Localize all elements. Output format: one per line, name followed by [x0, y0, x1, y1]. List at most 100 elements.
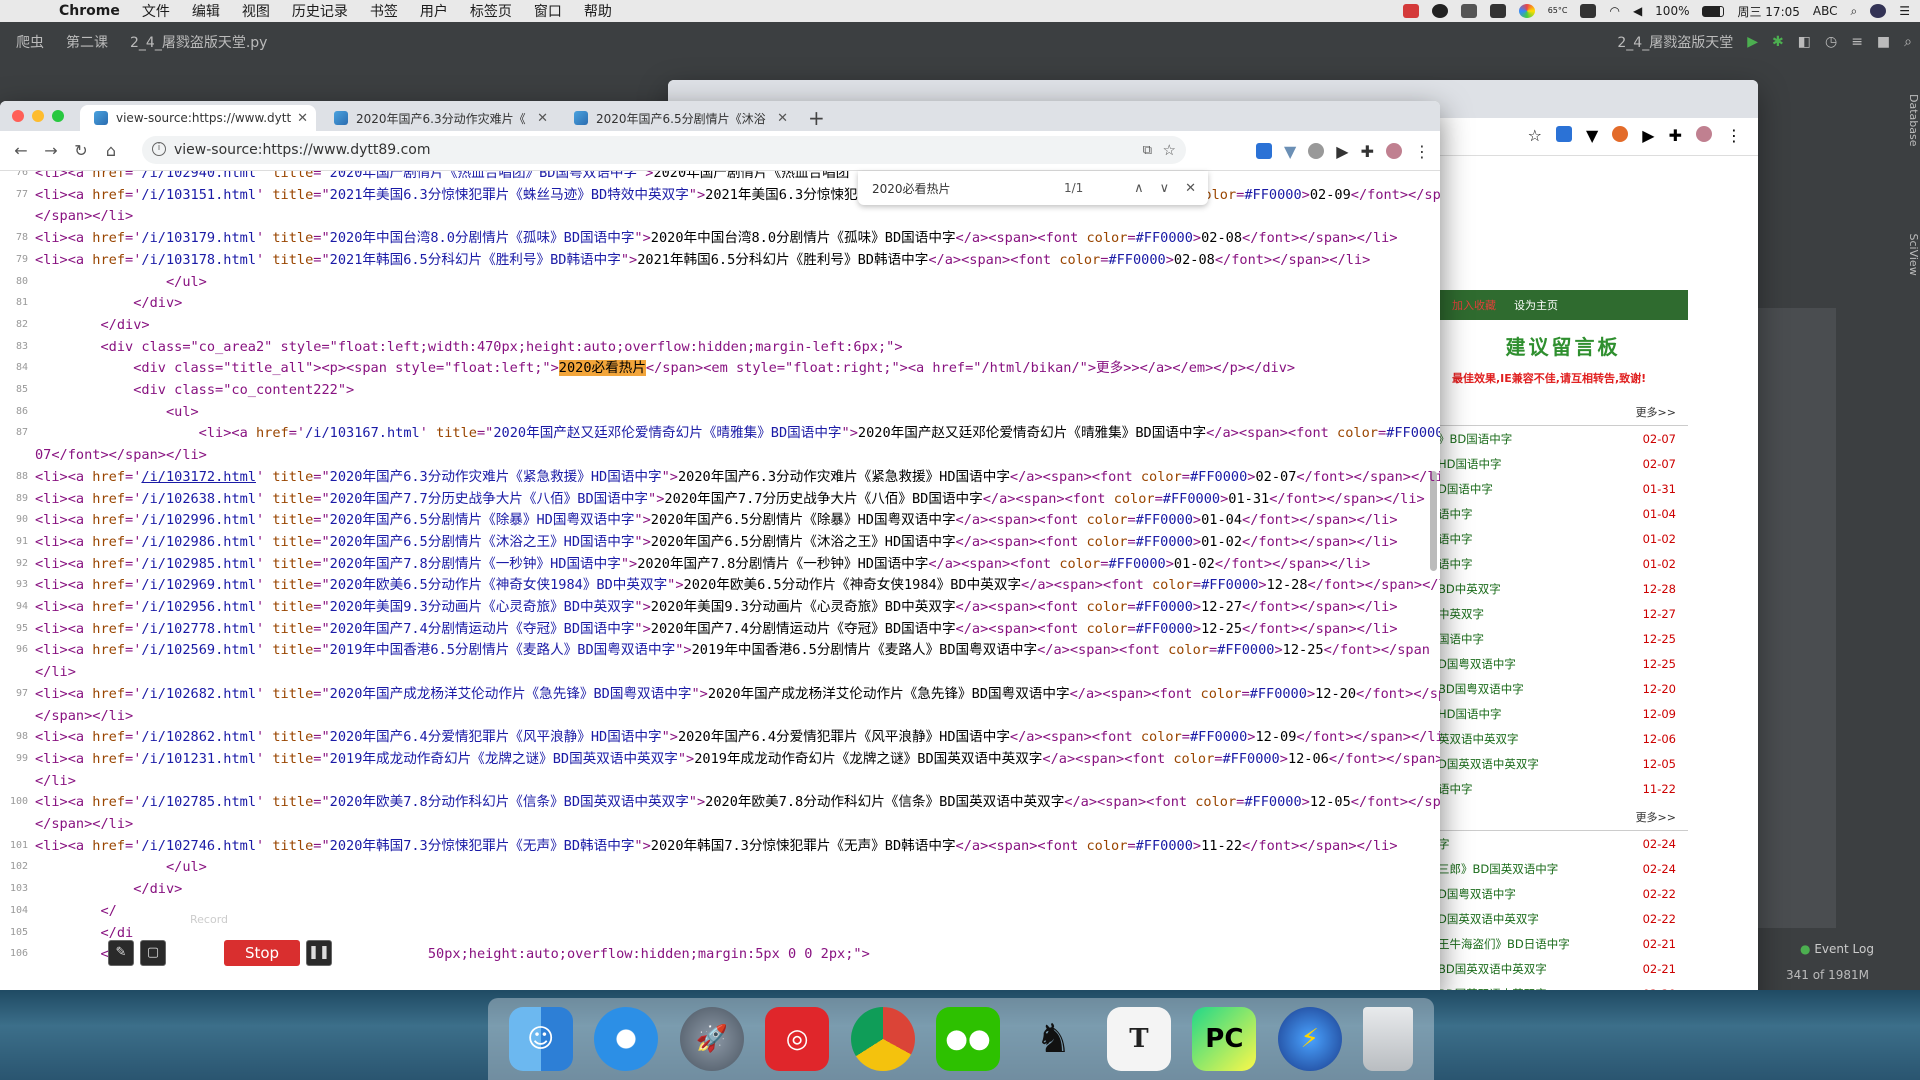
latest-movie-item[interactable]: 王牛海盗们》BD日语中字 02-21: [1438, 931, 1688, 956]
set-homepage-link[interactable]: 设为主页: [1514, 297, 1558, 313]
extensions-puzzle-icon[interactable]: ✚: [1669, 126, 1682, 145]
notification-center-icon[interactable]: ☰: [1899, 4, 1910, 18]
latest-movie-item[interactable]: 英双语中英双字 12-06: [1438, 726, 1688, 751]
netease-icon[interactable]: [1431, 4, 1448, 18]
latest-movie-item[interactable]: 三郎》BD国英双语中字 02-24: [1438, 856, 1688, 881]
more-link-1[interactable]: 更多>>: [1438, 404, 1688, 426]
sciview-tool-tab[interactable]: SciView: [1907, 234, 1920, 276]
latest-movie-item[interactable]: BD国粤双语中字 12-20: [1438, 676, 1688, 701]
latest-movie-item[interactable]: 中英双字 12-27: [1438, 601, 1688, 626]
volume-icon[interactable]: ◀: [1633, 4, 1642, 18]
movie-link[interactable]: 三郎》BD国英双语中字: [1438, 861, 1558, 877]
latest-movie-item[interactable]: 语中字 01-02: [1438, 526, 1688, 551]
translate-icon[interactable]: ⧉: [1143, 143, 1152, 158]
latest-movie-item[interactable]: HD国语中字 12-09: [1438, 701, 1688, 726]
menu-tab[interactable]: 标签页: [459, 1, 523, 21]
extension-play-icon[interactable]: ▶: [1336, 142, 1348, 161]
menu-bookmarks[interactable]: 书签: [359, 1, 409, 21]
breadcrumb-file[interactable]: 2_4_屠戮盗版天堂.py: [130, 32, 267, 52]
coverage-icon[interactable]: ◧: [1798, 34, 1811, 50]
movie-link[interactable]: BD国英双语中英双字: [1438, 961, 1547, 977]
address-bar[interactable]: i view-source:https://www.dytt89.com ⧉ ☆: [142, 136, 1186, 164]
minimize-window-button[interactable]: [32, 110, 44, 122]
latest-movie-item[interactable]: D国粤双语中字 02-22: [1438, 881, 1688, 906]
shortcuts-bolt-icon[interactable]: ⚡: [1277, 1007, 1342, 1071]
movie-link[interactable]: 语中字: [1438, 506, 1473, 522]
extension-s-icon[interactable]: [1255, 143, 1272, 159]
latest-movie-item[interactable]: HD国语中字 02-07: [1438, 451, 1688, 476]
build-icon[interactable]: ≡: [1851, 34, 1863, 50]
profile-icon[interactable]: ◷: [1825, 34, 1837, 50]
extension-s-icon[interactable]: [1555, 126, 1572, 142]
tab-movie-1[interactable]: 2020年国产6.3分动作灾难片《 ✕: [320, 105, 556, 131]
add-favorite-link[interactable]: 加入收藏: [1452, 297, 1496, 313]
chrome-icon[interactable]: [850, 1007, 915, 1071]
find-input[interactable]: 2020必看热片: [872, 180, 951, 197]
bookmark-star-icon[interactable]: ☆: [1528, 126, 1542, 145]
find-next-icon[interactable]: ∨: [1160, 181, 1170, 196]
movie-link[interactable]: D国英双语中英双字: [1438, 911, 1539, 927]
spotlight-icon[interactable]: ⌕: [1851, 4, 1858, 19]
message-board-title[interactable]: 建议留言板: [1438, 320, 1688, 370]
extension-v-icon[interactable]: ▼: [1284, 142, 1296, 161]
display-icon[interactable]: [1580, 4, 1597, 18]
draw-pen-icon[interactable]: ✎: [108, 940, 134, 966]
siri-icon[interactable]: [1870, 4, 1887, 18]
extensions-puzzle-icon[interactable]: ✚: [1361, 142, 1374, 161]
menu-edit[interactable]: 编辑: [181, 1, 231, 21]
latest-movie-item[interactable]: 国语中字 12-25: [1438, 626, 1688, 651]
extension-play-icon[interactable]: ▶: [1642, 126, 1654, 145]
more-link-2[interactable]: 更多>>: [1438, 809, 1688, 831]
movie-link[interactable]: HD国语中字: [1438, 706, 1502, 722]
stop-run-icon[interactable]: ■: [1877, 34, 1890, 50]
back-icon[interactable]: ←: [6, 141, 36, 160]
latest-movie-item[interactable]: 语中字 11-22: [1438, 776, 1688, 801]
movie-link[interactable]: BD国粤双语中字: [1438, 681, 1524, 697]
event-log-button[interactable]: ● Event Log: [1800, 942, 1874, 956]
forward-icon[interactable]: →: [36, 141, 66, 160]
site-info-icon[interactable]: i: [152, 142, 166, 156]
movie-link[interactable]: 英双语中英双字: [1438, 731, 1519, 747]
select-area-icon[interactable]: ▢: [140, 940, 166, 966]
latest-movie-item[interactable]: 语中字 01-04: [1438, 501, 1688, 526]
menu-app-name[interactable]: Chrome: [48, 3, 131, 19]
run-config-select[interactable]: 2_4_屠戮盗版天堂: [1617, 32, 1733, 52]
wechat-icon[interactable]: ●●: [935, 1007, 1000, 1071]
run-icon[interactable]: ▶: [1747, 34, 1758, 50]
finder-icon[interactable]: ☺: [508, 1007, 573, 1071]
latest-movie-item[interactable]: 》BD国语中字 02-07: [1438, 426, 1688, 451]
pause-recording-icon[interactable]: ❚❚: [306, 940, 332, 966]
movie-link[interactable]: 语中字: [1438, 531, 1473, 547]
color-wheel-icon[interactable]: [1518, 4, 1535, 18]
battery-icon[interactable]: [1702, 5, 1725, 17]
find-prev-icon[interactable]: ∧: [1134, 181, 1144, 196]
movie-link[interactable]: D国语中字: [1438, 481, 1493, 497]
latest-movie-item[interactable]: BD中英双字 12-28: [1438, 576, 1688, 601]
movie-link[interactable]: D国粤双语中字: [1438, 886, 1516, 902]
movie-link[interactable]: 语中字: [1438, 556, 1473, 572]
tab-close-icon[interactable]: ✕: [297, 111, 308, 126]
home-icon[interactable]: ⌂: [96, 141, 126, 160]
latest-movie-item[interactable]: D国英双语中英双字 02-22: [1438, 906, 1688, 931]
latest-movie-item[interactable]: D国粤双语中字 12-25: [1438, 651, 1688, 676]
tab-close-icon[interactable]: ✕: [537, 111, 548, 126]
movie-link[interactable]: HD国语中字: [1438, 456, 1502, 472]
find-close-icon[interactable]: ✕: [1185, 181, 1196, 196]
movie-link[interactable]: BD中英双字: [1438, 581, 1501, 597]
latest-movie-item[interactable]: D国英双语中英双字 12-05: [1438, 751, 1688, 776]
menu-history[interactable]: 历史记录: [281, 1, 359, 21]
chrome-menu-icon[interactable]: ⋮: [1726, 126, 1742, 145]
movie-link[interactable]: 语中字: [1438, 781, 1473, 797]
chrome-menu-icon[interactable]: ⋮: [1414, 142, 1430, 161]
extension-shield-icon[interactable]: [1612, 126, 1629, 142]
menu-help[interactable]: 帮助: [573, 1, 623, 21]
movie-link[interactable]: D国英双语中英双字: [1438, 756, 1539, 772]
bookmark-star-icon[interactable]: ☆: [1163, 141, 1176, 159]
netease-music-icon[interactable]: ◎: [765, 1007, 830, 1071]
menu-people[interactable]: 用户: [409, 1, 459, 21]
profile-avatar[interactable]: [1386, 143, 1402, 159]
input-source[interactable]: ABC: [1813, 4, 1838, 18]
wifi-icon[interactable]: ◠: [1609, 4, 1619, 18]
extension-v-icon[interactable]: ▼: [1586, 126, 1598, 145]
keyboard-icon[interactable]: [1489, 4, 1506, 18]
